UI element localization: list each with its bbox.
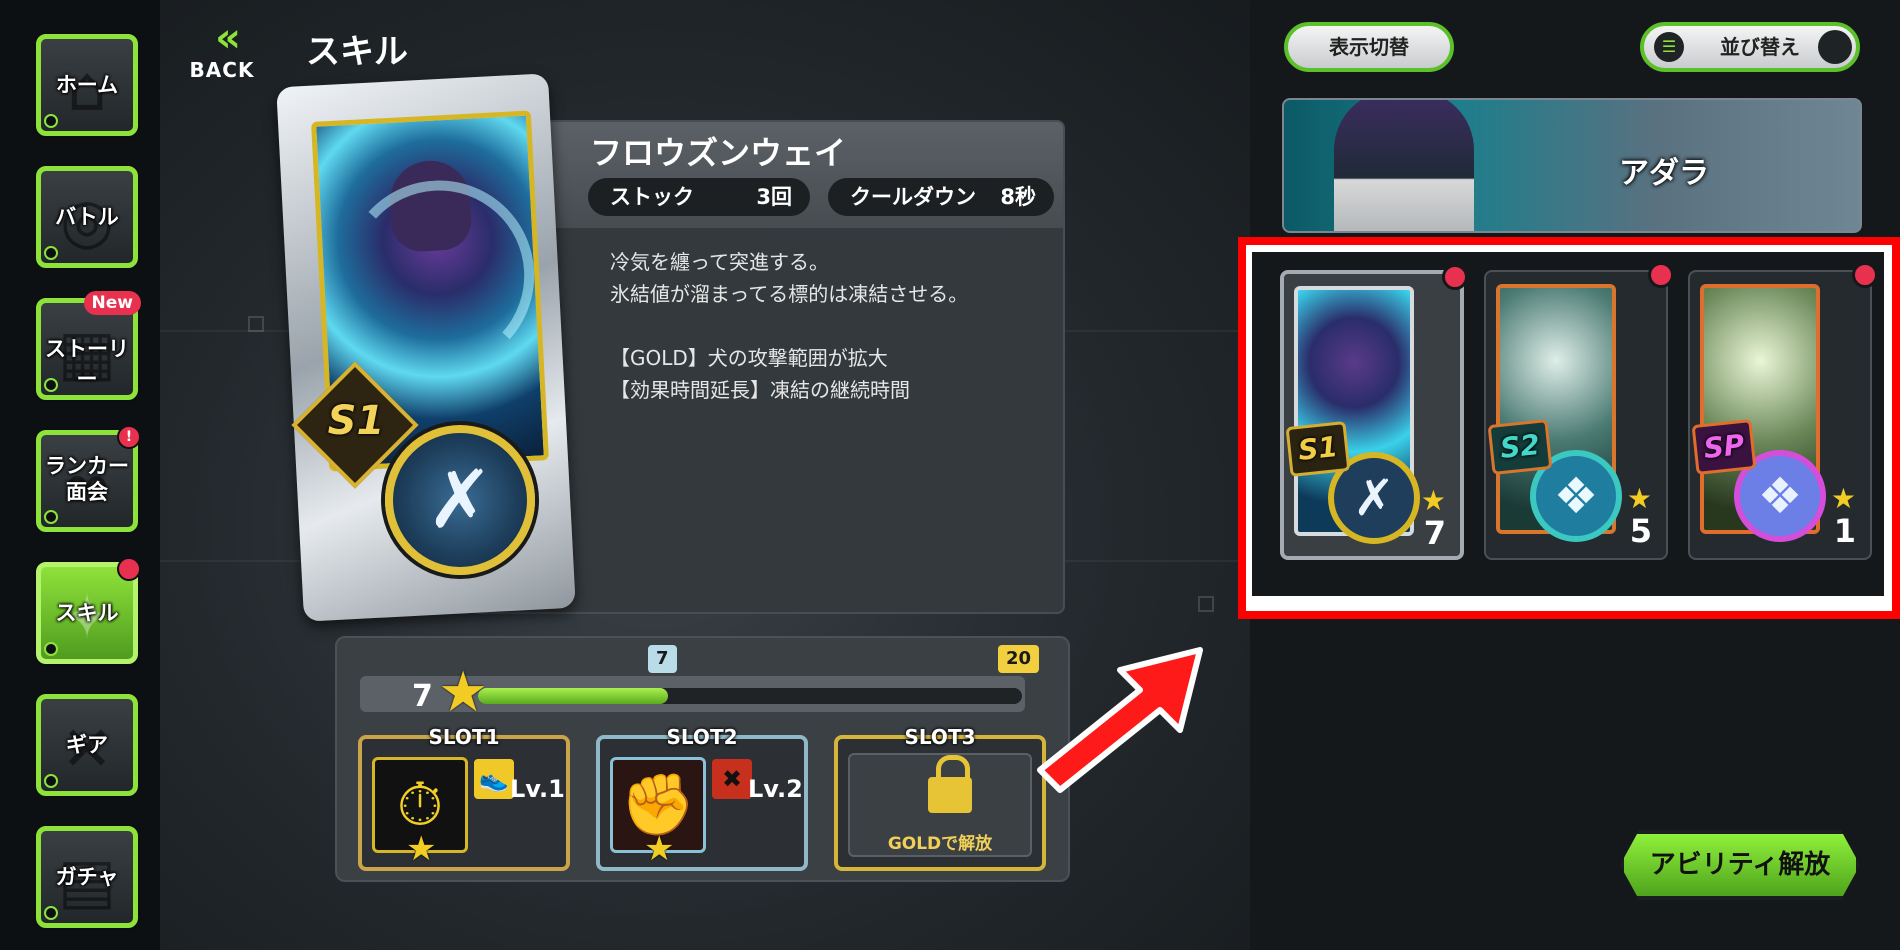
slot-1[interactable]: SLOT1 ⏱ ★ 👟 Lv.1 bbox=[358, 725, 570, 871]
star-icon: ★ bbox=[406, 829, 437, 869]
sort-toggle bbox=[1818, 30, 1852, 64]
new-badge: New bbox=[83, 291, 141, 315]
alert-badge: ! bbox=[117, 425, 141, 449]
notification-dot bbox=[1852, 262, 1878, 288]
sidebar-item-battle[interactable]: ◎ バトル bbox=[36, 166, 138, 268]
slot-title: SLOT1 bbox=[428, 725, 500, 749]
rank-tag: S2 bbox=[1487, 419, 1553, 475]
star-icon: ★ bbox=[644, 829, 675, 869]
sidebar-item-label: ランカー 面会 bbox=[45, 454, 129, 504]
star-icon: ★ bbox=[1626, 482, 1652, 515]
character-portrait bbox=[1334, 100, 1474, 231]
back-button[interactable]: « BACK bbox=[172, 18, 272, 88]
cooldown-value: 8秒 bbox=[1000, 185, 1036, 209]
star-icon: ★ bbox=[1830, 482, 1856, 515]
sidebar-item-label: ガチャ bbox=[55, 865, 119, 889]
slot-title: SLOT3 bbox=[904, 725, 976, 749]
sidebar-item-label: ホーム bbox=[55, 73, 119, 97]
slot-2[interactable]: SLOT2 ✊ ★ ✖ Lv.2 bbox=[596, 725, 808, 871]
sidebar-item-label: バトル bbox=[55, 205, 119, 229]
slot-level: Lv.1 bbox=[510, 775, 565, 803]
cooldown-label: クールダウン bbox=[850, 185, 976, 209]
ice-dash-icon: ✗ bbox=[426, 453, 494, 546]
sidebar-item-gear[interactable]: ✕ ギア bbox=[36, 694, 138, 796]
back-label: BACK bbox=[189, 58, 255, 82]
skill-card-sp[interactable]: ❖ SP ★ 1 bbox=[1688, 262, 1878, 560]
background-square bbox=[248, 316, 264, 332]
skill-description: 冷気を纏って突進する。 氷結値が溜まってる標的は凍結させる。 【GOLD】犬の攻… bbox=[610, 246, 1050, 406]
slot-level: Lv.2 bbox=[748, 775, 803, 803]
star-count: 5 bbox=[1629, 512, 1652, 550]
corner-dot bbox=[44, 114, 58, 128]
page-title: スキル bbox=[306, 32, 408, 72]
stock-value: 3回 bbox=[756, 185, 792, 209]
list-icon: ☰ bbox=[1654, 32, 1684, 62]
background-square bbox=[1198, 596, 1214, 612]
sidebar-item-ranker-meeting[interactable]: ∞ ランカー 面会 ! bbox=[36, 425, 141, 532]
level-bar-fill bbox=[478, 688, 668, 704]
current-level: 7 bbox=[412, 679, 433, 714]
ability-unlock-button[interactable]: アビリティ解放 bbox=[1620, 830, 1860, 900]
crosshair-icon: ✖ bbox=[712, 759, 752, 799]
sidebar-item-gacha[interactable]: ▤ ガチャ bbox=[36, 826, 138, 928]
corner-dot bbox=[44, 378, 58, 392]
double-chevron-left-icon: « bbox=[215, 15, 241, 61]
stock-label: ストック bbox=[610, 185, 694, 209]
sidebar-item-label: ギア bbox=[66, 733, 108, 757]
sidebar-item-story[interactable]: ▦ ストーリー New bbox=[36, 291, 141, 400]
unlock-condition: GOLDで解放 bbox=[887, 834, 993, 854]
character-banner: アダラ bbox=[1282, 98, 1862, 233]
sort-button[interactable]: ☰ 並び替え bbox=[1640, 22, 1860, 72]
slot-title: SLOT2 bbox=[666, 725, 738, 749]
current-level-marker: 7 bbox=[648, 645, 677, 673]
skill-card-large: S1 ✗ bbox=[276, 73, 576, 622]
skill-card-s2[interactable]: ❖ S2 ★ 5 bbox=[1484, 262, 1674, 560]
sidebar-item-skill[interactable]: ✦ スキル bbox=[36, 557, 141, 664]
description-line: 氷結値が溜まってる標的は凍結させる。 bbox=[610, 282, 969, 306]
locked-slot-box: GOLDで解放 bbox=[848, 753, 1032, 857]
description-line: 冷気を纏って突進する。 bbox=[610, 250, 829, 274]
lock-icon bbox=[928, 755, 972, 813]
star-count: 7 bbox=[1423, 514, 1446, 552]
boot-icon: 👟 bbox=[474, 759, 514, 799]
character-name: アダラ bbox=[1619, 156, 1709, 191]
notification-dot bbox=[117, 557, 141, 581]
skill-emblem: ✗ bbox=[385, 425, 535, 575]
notification-dot bbox=[1442, 264, 1468, 290]
rank-tag: SP bbox=[1691, 419, 1757, 475]
sidebar-item-label: スキル bbox=[55, 601, 119, 625]
skill-card-s1[interactable]: ✗ S1 ★ 7 bbox=[1280, 264, 1468, 560]
stock-pill: ストック 3回 bbox=[588, 178, 810, 216]
ice-swirl bbox=[339, 175, 540, 376]
star-icon: ★ bbox=[1420, 484, 1446, 517]
rank-tag: S1 bbox=[1285, 421, 1351, 477]
cooldown-pill: クールダウン 8秒 bbox=[828, 178, 1054, 216]
sort-label: 並び替え bbox=[1720, 35, 1800, 59]
effect-line: 【GOLD】犬の攻撃範囲が拡大 bbox=[610, 346, 888, 370]
slot-3[interactable]: SLOT3 GOLDで解放 bbox=[834, 725, 1046, 871]
skill-name: フロウズンウェイ bbox=[590, 134, 847, 172]
corner-dot bbox=[44, 246, 58, 260]
rank-badge-label: S1 bbox=[327, 398, 385, 444]
effect-line: 【効果時間延長】凍結の継続時間 bbox=[610, 378, 910, 402]
corner-dot bbox=[44, 510, 58, 524]
display-toggle-button[interactable]: 表示切替 bbox=[1284, 22, 1454, 72]
star-icon: ★ bbox=[438, 660, 489, 725]
corner-dot bbox=[44, 642, 58, 656]
sidebar-item-home[interactable]: ⌂ ホーム bbox=[36, 34, 138, 136]
corner-dot bbox=[44, 774, 58, 788]
red-arrow-icon bbox=[1037, 647, 1203, 793]
star-count: 1 bbox=[1833, 512, 1856, 550]
notification-dot bbox=[1648, 262, 1674, 288]
corner-dot bbox=[44, 906, 58, 920]
